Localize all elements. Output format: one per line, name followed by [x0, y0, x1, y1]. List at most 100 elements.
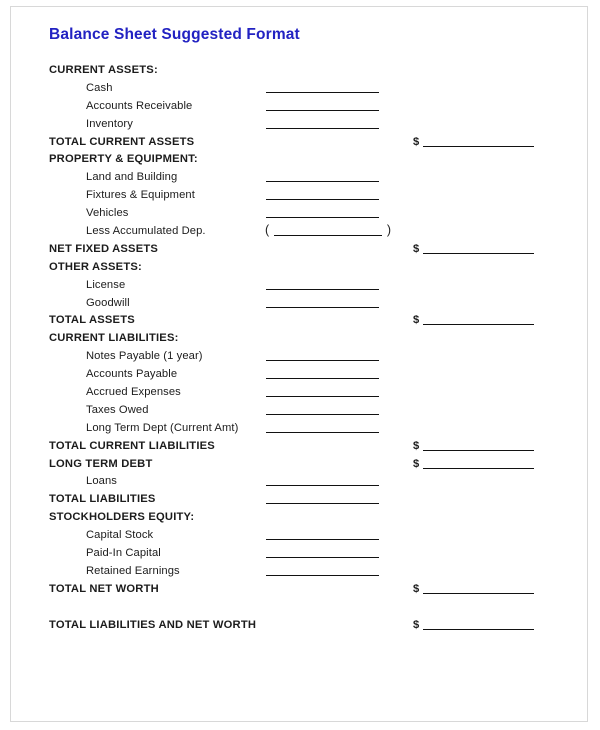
- total-blank-line[interactable]: [423, 592, 534, 594]
- amount-blank-line[interactable]: [266, 306, 379, 308]
- balance-sheet-row: TOTAL ASSETS $: [11, 313, 587, 331]
- page-title: Balance Sheet Suggested Format: [49, 26, 300, 43]
- balance-sheet-rows: CURRENT ASSETS: Cash Accounts Receivable In…: [11, 63, 587, 636]
- amount-blank-line[interactable]: [266, 557, 379, 559]
- line-item-label: Vehicles: [86, 207, 129, 220]
- balance-sheet-page: Balance Sheet Suggested Format CURRENT A…: [10, 6, 588, 722]
- balance-sheet-row: PROPERTY & EQUIPMENT:: [11, 152, 587, 170]
- section-total-label: TOTAL LIABILITIES AND NET WORTH: [49, 618, 257, 631]
- line-item-label: Land and Building: [86, 171, 178, 184]
- section-total-label: CURRENT LIABILITIES:: [49, 332, 179, 345]
- amount-blank-line[interactable]: [266, 217, 379, 219]
- balance-sheet-row: TOTAL CURRENT LIABILITIES $: [11, 439, 587, 457]
- amount-blank-line[interactable]: [266, 199, 379, 201]
- line-item-label: Fixtures & Equipment: [86, 189, 195, 202]
- balance-sheet-row: Fixtures & Equipment: [11, 188, 587, 206]
- currency-symbol: $: [413, 242, 420, 255]
- currency-symbol: $: [413, 314, 420, 327]
- line-item-label: Accounts Payable: [86, 368, 178, 381]
- balance-sheet-row: Paid-In Capital: [11, 546, 587, 564]
- balance-sheet-row: Accounts Payable: [11, 367, 587, 385]
- balance-sheet-row: Capital Stock: [11, 528, 587, 546]
- section-total-label: TOTAL CURRENT ASSETS: [49, 135, 195, 148]
- amount-blank-line[interactable]: [266, 127, 379, 129]
- amount-blank-line[interactable]: [266, 91, 379, 93]
- line-item-label: Long Term Dept (Current Amt): [86, 421, 239, 434]
- section-total-label: STOCKHOLDERS EQUITY:: [49, 511, 195, 524]
- line-item-label: Goodwill: [86, 296, 130, 309]
- amount-blank-line[interactable]: [266, 378, 379, 380]
- open-paren: (: [265, 223, 270, 238]
- balance-sheet-row: Inventory: [11, 117, 587, 135]
- balance-sheet-row: STOCKHOLDERS EQUITY:: [11, 510, 587, 528]
- balance-sheet-row: Goodwill: [11, 296, 587, 314]
- balance-sheet-row: Taxes Owed: [11, 403, 587, 421]
- total-blank-line[interactable]: [423, 252, 534, 254]
- balance-sheet-row: Accounts Receivable: [11, 99, 587, 117]
- currency-symbol: $: [413, 135, 420, 148]
- total-blank-line[interactable]: [423, 449, 534, 451]
- section-total-label: NET FIXED ASSETS: [49, 242, 159, 255]
- total-blank-line[interactable]: [423, 324, 534, 326]
- amount-blank-line[interactable]: [266, 181, 379, 183]
- line-item-label: Taxes Owed: [86, 403, 149, 416]
- amount-blank-line[interactable]: [266, 109, 379, 111]
- total-blank-line[interactable]: [423, 628, 534, 630]
- balance-sheet-row: OTHER ASSETS:: [11, 260, 587, 278]
- amount-blank-line[interactable]: [266, 485, 379, 487]
- amount-blank-line[interactable]: [266, 360, 379, 362]
- amount-blank-line[interactable]: [266, 413, 379, 415]
- section-total-label: TOTAL LIABILITIES: [49, 493, 156, 506]
- currency-symbol: $: [413, 582, 420, 595]
- amount-blank-line[interactable]: [266, 503, 379, 505]
- balance-sheet-row: TOTAL LIABILITIES AND NET WORTH $: [11, 618, 587, 636]
- balance-sheet-row: Cash: [11, 81, 587, 99]
- line-item-label: Paid-In Capital: [86, 547, 161, 560]
- line-item-label: Inventory: [86, 117, 133, 130]
- line-item-label: Cash: [86, 81, 113, 94]
- section-total-label: OTHER ASSETS:: [49, 260, 142, 273]
- balance-sheet-row: Loans: [11, 474, 587, 492]
- total-blank-line[interactable]: [423, 145, 534, 147]
- section-total-label: TOTAL NET WORTH: [49, 582, 159, 595]
- balance-sheet-row: CURRENT ASSETS:: [11, 63, 587, 81]
- currency-symbol: $: [413, 457, 420, 470]
- line-item-label: Less Accumulated Dep.: [86, 225, 206, 238]
- amount-blank-line[interactable]: [266, 574, 379, 576]
- line-item-label: License: [86, 278, 126, 291]
- section-total-label: TOTAL ASSETS: [49, 314, 135, 327]
- balance-sheet-row: TOTAL CURRENT ASSETS $: [11, 135, 587, 153]
- section-total-label: TOTAL CURRENT LIABILITIES: [49, 439, 215, 452]
- line-item-label: Loans: [86, 475, 117, 488]
- balance-sheet-row: Vehicles: [11, 206, 587, 224]
- balance-sheet-row: Less Accumulated Dep. (): [11, 223, 587, 242]
- amount-blank-line[interactable]: [266, 539, 379, 541]
- balance-sheet-row: LONG TERM DEBT $: [11, 457, 587, 475]
- line-item-label: Accrued Expenses: [86, 386, 181, 399]
- section-total-label: PROPERTY & EQUIPMENT:: [49, 153, 198, 166]
- line-item-label: Capital Stock: [86, 529, 154, 542]
- balance-sheet-row: Long Term Dept (Current Amt): [11, 421, 587, 439]
- balance-sheet-row: Notes Payable (1 year): [11, 349, 587, 367]
- balance-sheet-row: TOTAL LIABILITIES: [11, 492, 587, 510]
- currency-symbol: $: [413, 439, 420, 452]
- blank-rule: [274, 235, 382, 237]
- close-paren: ): [386, 223, 391, 238]
- balance-sheet-row: License: [11, 278, 587, 296]
- amount-blank-line[interactable]: [266, 431, 379, 433]
- balance-sheet-row: TOTAL NET WORTH $: [11, 582, 587, 600]
- line-item-label: Notes Payable (1 year): [86, 350, 203, 363]
- line-item-label: Accounts Receivable: [86, 99, 193, 112]
- negative-amount-blank-line[interactable]: (): [265, 223, 391, 238]
- amount-blank-line[interactable]: [266, 288, 379, 290]
- balance-sheet-row: CURRENT LIABILITIES:: [11, 331, 587, 349]
- amount-blank-line[interactable]: [266, 396, 379, 398]
- line-item-label: Retained Earnings: [86, 564, 180, 577]
- balance-sheet-row: Land and Building: [11, 170, 587, 188]
- balance-sheet-row: [11, 600, 587, 618]
- section-total-label: LONG TERM DEBT: [49, 457, 153, 470]
- balance-sheet-row: Retained Earnings: [11, 564, 587, 582]
- balance-sheet-row: NET FIXED ASSETS $: [11, 242, 587, 260]
- currency-symbol: $: [413, 618, 420, 631]
- total-blank-line[interactable]: [423, 467, 534, 469]
